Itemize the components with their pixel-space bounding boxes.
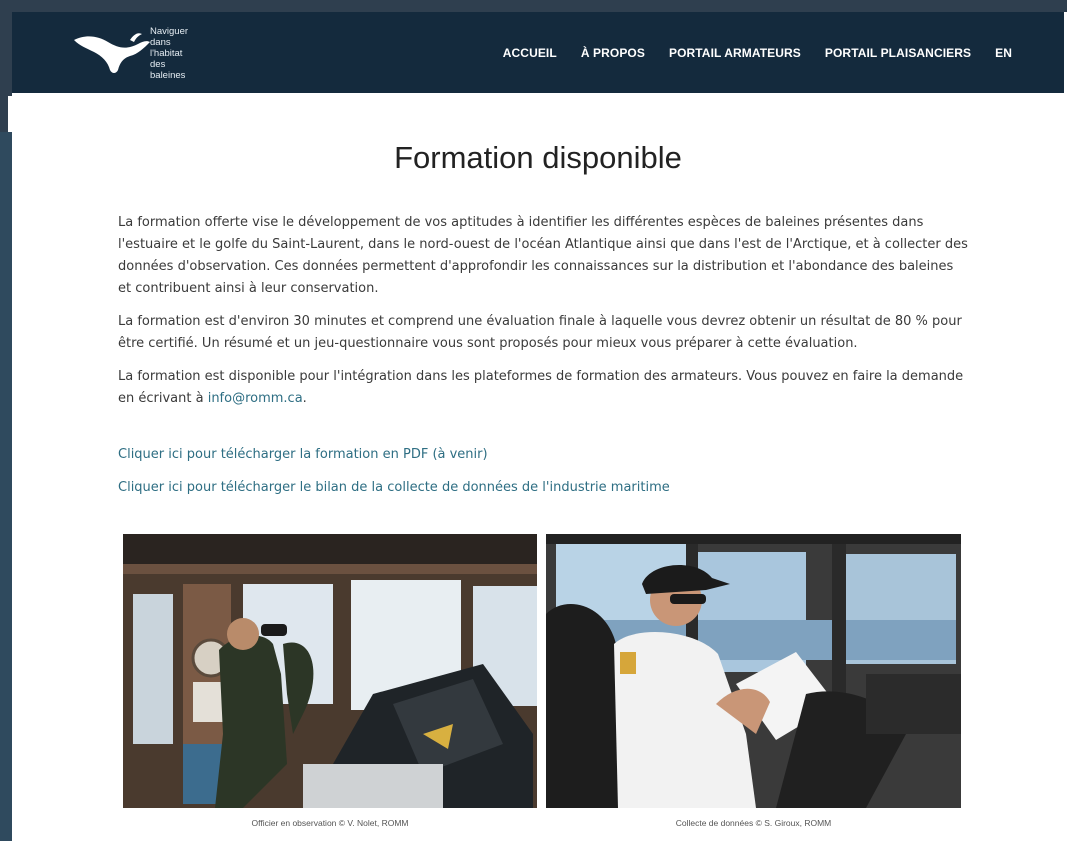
main-content: La formation offerte vise le développeme…	[118, 212, 968, 421]
logo-line-1: Naviguer	[150, 26, 189, 37]
intro-paragraph: La formation offerte vise le développeme…	[118, 215, 968, 296]
photo-data-collection	[546, 534, 961, 808]
nav-item-accueil[interactable]: ACCUEIL	[503, 46, 557, 60]
outer-frame-gap	[8, 96, 12, 132]
logo-text: Naviguer dans l'habitat des baleines	[150, 26, 188, 81]
nav-item-language-en[interactable]: EN	[995, 46, 1012, 60]
nav-item-portail-armateurs[interactable]: PORTAIL ARMATEURS	[669, 46, 801, 60]
photo-caption-1: Officier en observation © V. Nolet, ROMM	[251, 818, 409, 828]
page-title: Formation disponible	[394, 140, 682, 175]
site-header: Naviguer dans l'habitat des baleines ACC…	[12, 12, 1064, 93]
download-links: Cliquer ici pour télécharger la formatio…	[118, 444, 968, 510]
duration-paragraph: La formation est d'environ 30 minutes et…	[118, 314, 962, 351]
photo-caption-2: Collecte de données © S. Giroux, ROMM	[675, 818, 832, 828]
logo-line-3: des baleines	[150, 59, 186, 81]
nav-item-portail-plaisanciers[interactable]: PORTAIL PLAISANCIERS	[825, 46, 971, 60]
contact-text-end: .	[302, 391, 307, 406]
download-data-report-link[interactable]: Cliquer ici pour télécharger le bilan de…	[118, 477, 968, 499]
email-link[interactable]: info@romm.ca	[208, 391, 303, 406]
outer-frame-left-lower	[0, 132, 12, 841]
main-nav: ACCUEIL À PROPOS PORTAIL ARMATEURS PORTA…	[503, 12, 1012, 93]
contact-paragraph: La formation est disponible pour l'intég…	[118, 366, 968, 410]
download-training-pdf-link[interactable]: Cliquer ici pour télécharger la formatio…	[118, 444, 968, 466]
nav-item-a-propos[interactable]: À PROPOS	[581, 46, 645, 60]
logo-line-2: dans l'habitat	[150, 37, 183, 59]
whale-tail-icon	[74, 33, 150, 73]
site-logo[interactable]: Naviguer dans l'habitat des baleines	[72, 24, 188, 81]
outer-frame-top	[0, 0, 1067, 12]
photo-officer-observation	[123, 534, 537, 808]
